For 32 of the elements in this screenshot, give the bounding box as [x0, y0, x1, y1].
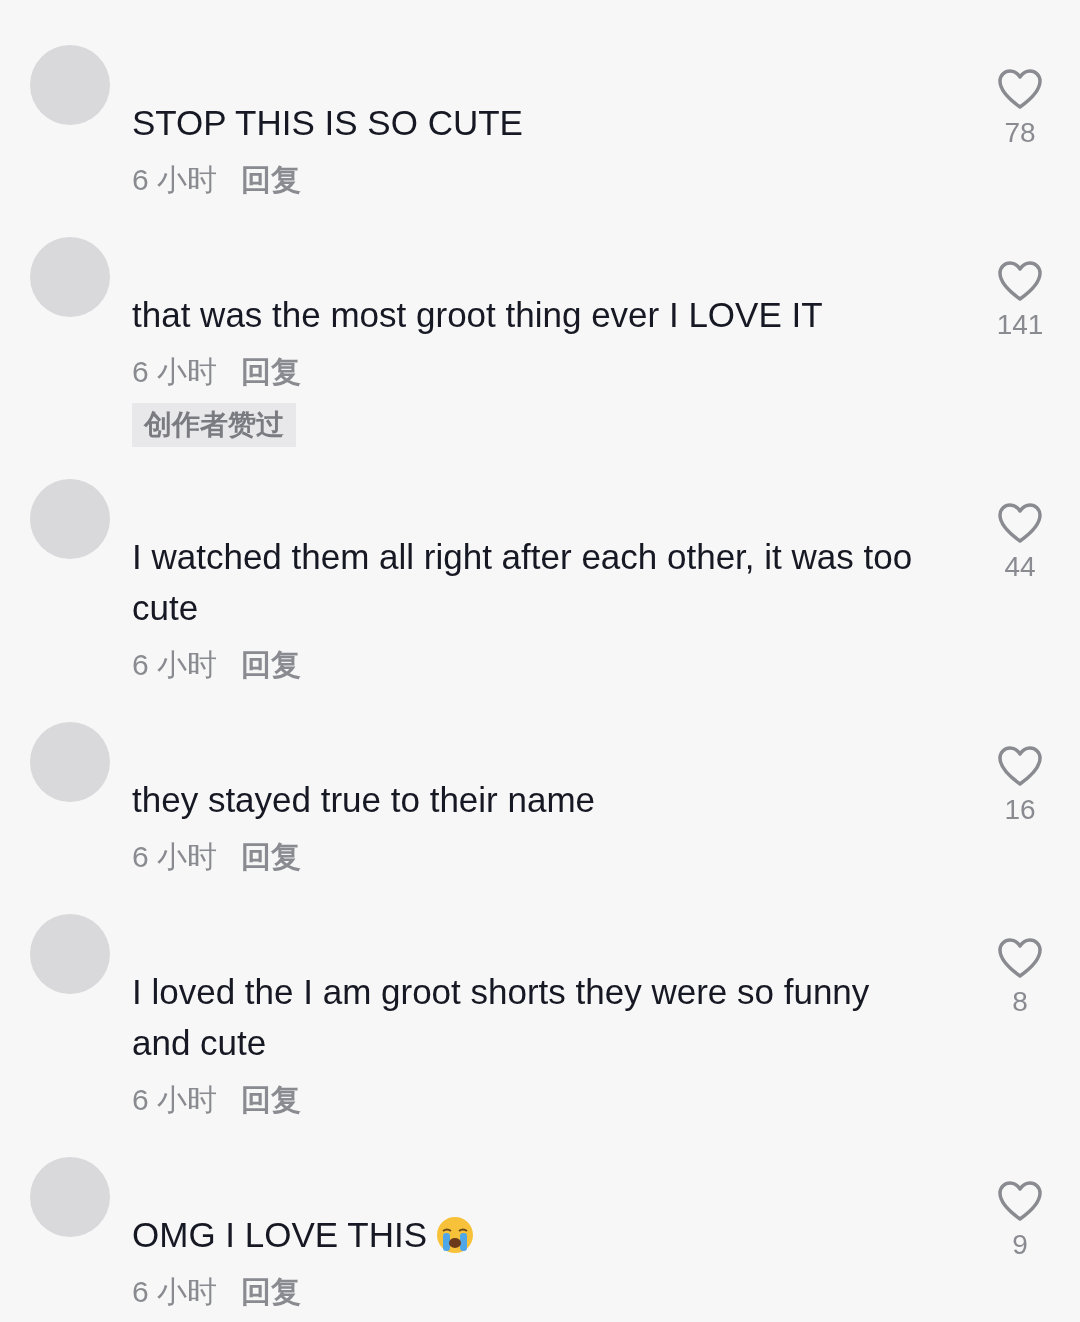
like-count: 44 — [1004, 550, 1036, 584]
comment-time: 6 小时 — [132, 1273, 218, 1310]
like-count: 16 — [1004, 793, 1036, 827]
creator-liked-badge: 创作者赞过 — [132, 403, 296, 447]
like-count: 9 — [1012, 1228, 1028, 1262]
comment-text: STOP THIS IS SO CUTE — [132, 102, 524, 144]
like-count: 141 — [996, 308, 1044, 342]
heart-icon[interactable] — [996, 1179, 1044, 1223]
reply-button[interactable]: 回复 — [241, 1268, 302, 1314]
crying-emoji-icon — [435, 1214, 475, 1255]
comment-text: that was the most groot thing ever I LOVE IT — [132, 294, 824, 336]
heart-icon[interactable] — [996, 744, 1044, 788]
comment-text: I loved the I am groot shorts they were so funny and cute — [132, 971, 871, 1064]
reply-button[interactable]: 回复 — [241, 1076, 302, 1122]
heart-icon[interactable] — [996, 501, 1044, 545]
comment-time: 6 小时 — [132, 646, 218, 683]
reply-button[interactable]: 回复 — [241, 641, 302, 687]
comment-text: I watched them all right after each other, it was too cute — [132, 536, 914, 629]
comment-time: 6 小时 — [132, 161, 218, 198]
comment-time: 6 小时 — [132, 838, 218, 875]
heart-icon[interactable] — [996, 67, 1044, 111]
like-count: 8 — [1012, 985, 1028, 1019]
like-count: 78 — [1004, 116, 1036, 150]
reply-button[interactable]: 回复 — [241, 833, 302, 879]
reply-button[interactable]: 回复 — [241, 156, 302, 202]
comment-time: 6 小时 — [132, 353, 218, 390]
comment-text: OMG I LOVE THIS — [132, 1214, 427, 1256]
reply-button[interactable]: 回复 — [241, 348, 302, 394]
comment-time: 6 小时 — [132, 1081, 218, 1118]
comment-text: they stayed true to their name — [132, 779, 597, 821]
heart-icon[interactable] — [996, 936, 1044, 980]
heart-icon[interactable] — [996, 259, 1044, 303]
